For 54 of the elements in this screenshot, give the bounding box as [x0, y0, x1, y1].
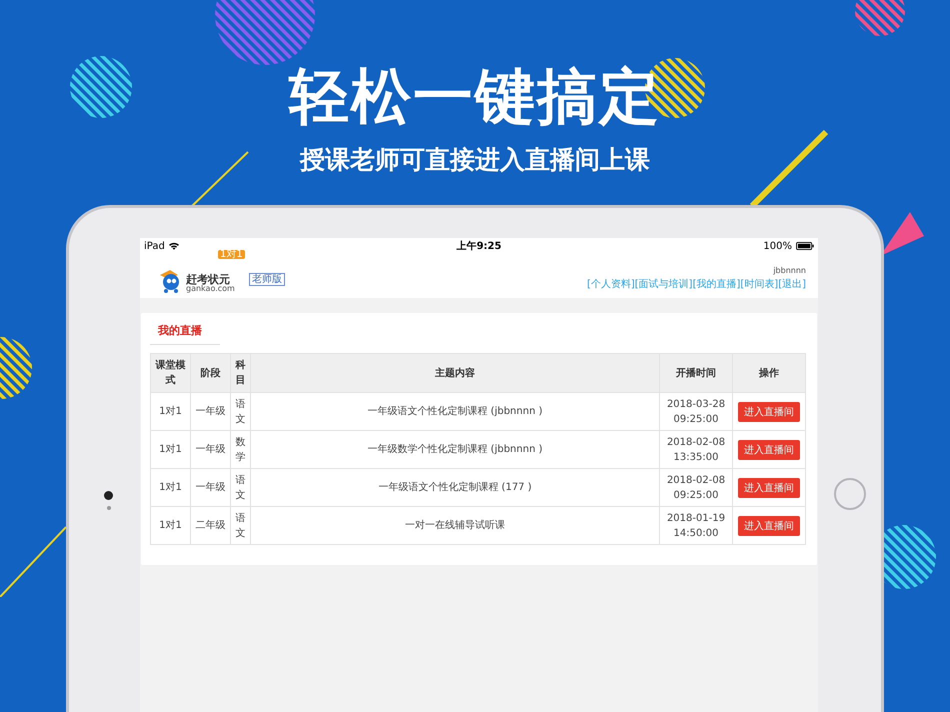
nav-link[interactable]: [面试与培训] — [634, 276, 693, 290]
table-cell: 语文 — [230, 506, 250, 544]
table-cell: 数学 — [230, 430, 250, 468]
nav-link[interactable]: [我的直播] — [692, 276, 740, 290]
table-cell: 2018-03-28 09:25:00 — [660, 392, 732, 430]
nav-link[interactable]: [时间表] — [740, 276, 778, 290]
home-button[interactable] — [834, 478, 866, 510]
subtitle: 授课老师可直接进入直播间上课 — [300, 144, 650, 176]
headline: 轻松一键搞定 — [289, 62, 661, 132]
table-cell: 2018-02-08 09:25:00 — [660, 468, 732, 506]
table-cell: 1对1 — [150, 506, 190, 544]
nav-link[interactable]: [个人资料] — [586, 276, 635, 290]
table-cell: 语文 — [230, 468, 250, 506]
table-cell: 二年级 — [190, 506, 230, 544]
table-cell: 1对1 — [150, 430, 190, 468]
logo-badge: 1对1 — [218, 250, 245, 259]
column-header: 科目 — [230, 354, 250, 392]
table-cell: 2018-01-19 14:50:00 — [660, 506, 732, 544]
striped-circle — [70, 56, 132, 118]
sensor-dot — [107, 506, 111, 510]
table-cell: 1对1 — [150, 392, 190, 430]
logo-text: 赶考状元 — [186, 274, 230, 284]
table-cell: 一年级 — [190, 392, 230, 430]
table-cell: 一年级语文个性化定制课程 (177 ) — [250, 468, 660, 506]
enter-live-room-button[interactable]: 进入直播间 — [738, 516, 800, 536]
enter-live-room-button[interactable]: 进入直播间 — [738, 478, 800, 498]
table-cell: 2018-02-08 13:35:00 — [660, 430, 732, 468]
enter-live-room-button[interactable]: 进入直播间 — [738, 402, 800, 422]
table-cell: 1对1 — [150, 468, 190, 506]
column-header: 课堂模式 — [150, 354, 190, 392]
table-cell: 一年级 — [190, 468, 230, 506]
battery-percent: 100% — [763, 240, 792, 252]
diagonal-line — [190, 150, 250, 208]
enter-live-room-button[interactable]: 进入直播间 — [738, 440, 800, 460]
column-header: 开播时间 — [660, 354, 732, 392]
table-cell: 一对一在线辅导试听课 — [250, 506, 660, 544]
diagonal-line — [0, 525, 66, 597]
table-cell: 语文 — [230, 392, 250, 430]
table-cell: 一年级数学个性化定制课程 (jbbnnnn ) — [250, 430, 660, 468]
battery-icon — [796, 242, 814, 250]
username: jbbnnnn — [773, 266, 806, 274]
table-cell: 一年级语文个性化定制课程 (jbbnnnn ) — [250, 392, 660, 430]
status-time: 上午9:25 — [456, 240, 502, 253]
logo-domain: gankao.com — [186, 284, 235, 292]
role-badge: 老师版 — [248, 273, 285, 286]
table-cell: 一年级 — [190, 430, 230, 468]
column-header: 操作 — [732, 354, 806, 392]
nav-link[interactable]: [退出] — [778, 276, 806, 290]
wifi-icon — [168, 242, 179, 250]
column-header: 阶段 — [190, 354, 230, 392]
camera-icon — [104, 491, 113, 500]
section-title: 我的直播 — [150, 321, 220, 345]
device-name: iPad — [144, 240, 165, 252]
column-header: 主题内容 — [250, 354, 660, 392]
